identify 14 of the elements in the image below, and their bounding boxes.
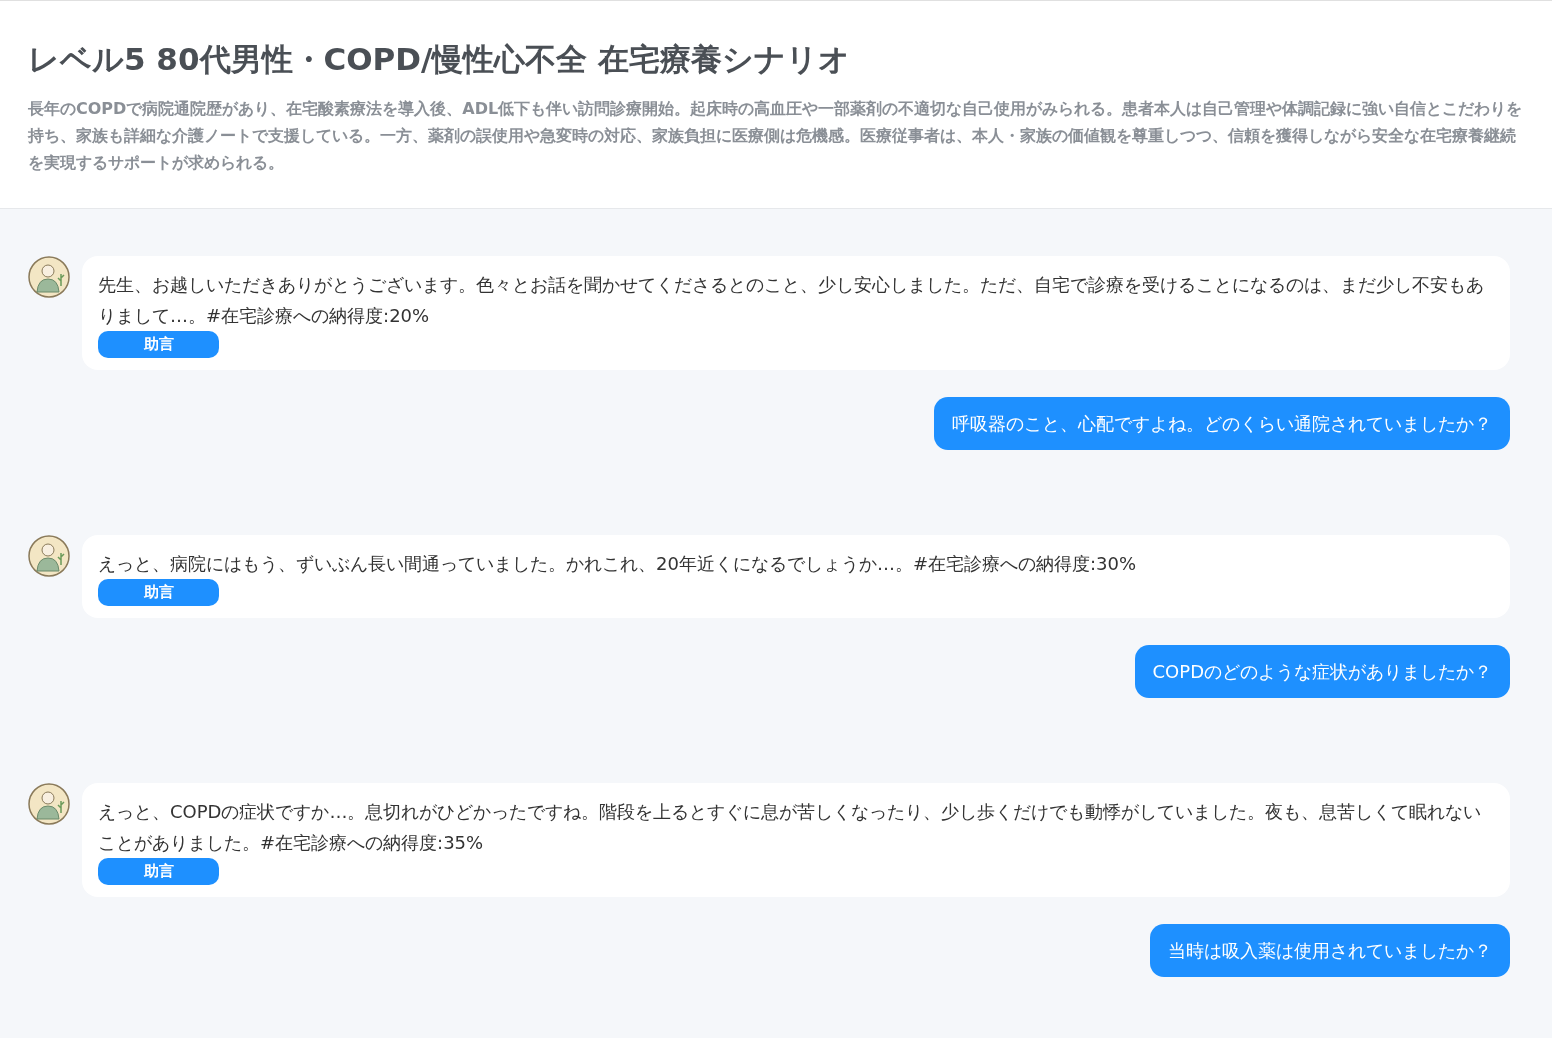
- scenario-title: レベル5 80代男性・COPD/慢性心不全 在宅療養シナリオ: [28, 40, 852, 79]
- advice-button[interactable]: 助言: [98, 858, 219, 885]
- message-text: えっと、病院にはもう、ずいぶん長い間通っていました。かれこれ、20年近くになるでしょうか…。#在宅診療への納得度:30%: [98, 552, 1138, 576]
- message-text: えっと、COPDの症状ですか…。息切れがひどかったですね。階段を上るとすぐに息が苦しくなったり、少し歩くだけでも動悸がしていました。夜も、息苦しくて眠れないことがありました。#在宅診療への納得度:35%: [98, 800, 1483, 855]
- avatar-drawing: [28, 256, 70, 298]
- advice-button[interactable]: 助言: [98, 579, 219, 606]
- message-text: 先生、お越しいただきありがとうございます。色々とお話を聞かせてくださるとのこと、少し安心しました。ただ、自宅で診療を受けることになるのは、まだ少し不安もありまして…。#在宅診療への納得度:20%: [98, 273, 1485, 328]
- advice-button[interactable]: 助言: [98, 331, 219, 358]
- user-message: 呼吸器のこと、心配ですよね。どのくらい通院されていましたか？: [934, 397, 1510, 450]
- avatar-drawing: [28, 535, 70, 577]
- user-message: COPDのどのような症状がありましたか？: [1134, 645, 1510, 698]
- scenario-description: 長年のCOPDで病院通院歴があり、在宅酸素療法を導入後、ADL低下も伴い訪問診療開始。起床時の高血圧や一部薬剤の不適切な自己使用がみられる。患者本人は自己管理や体調記録に強い自信とこだわりを持ち、家族も詳細な介護ノートで支援している。一方、薬剤の誤使用や急変時の対応、家族負担に医療側は危機感。医療従事者は、本人・家族の価値観を尊重しつつ、信頼を獲得しながら安全な在宅療養継続を実現するサポートが求められる。: [28, 98, 1524, 174]
- user-message: 当時は吸入薬は使用されていましたか？: [1150, 924, 1510, 977]
- avatar-drawing: [28, 783, 70, 825]
